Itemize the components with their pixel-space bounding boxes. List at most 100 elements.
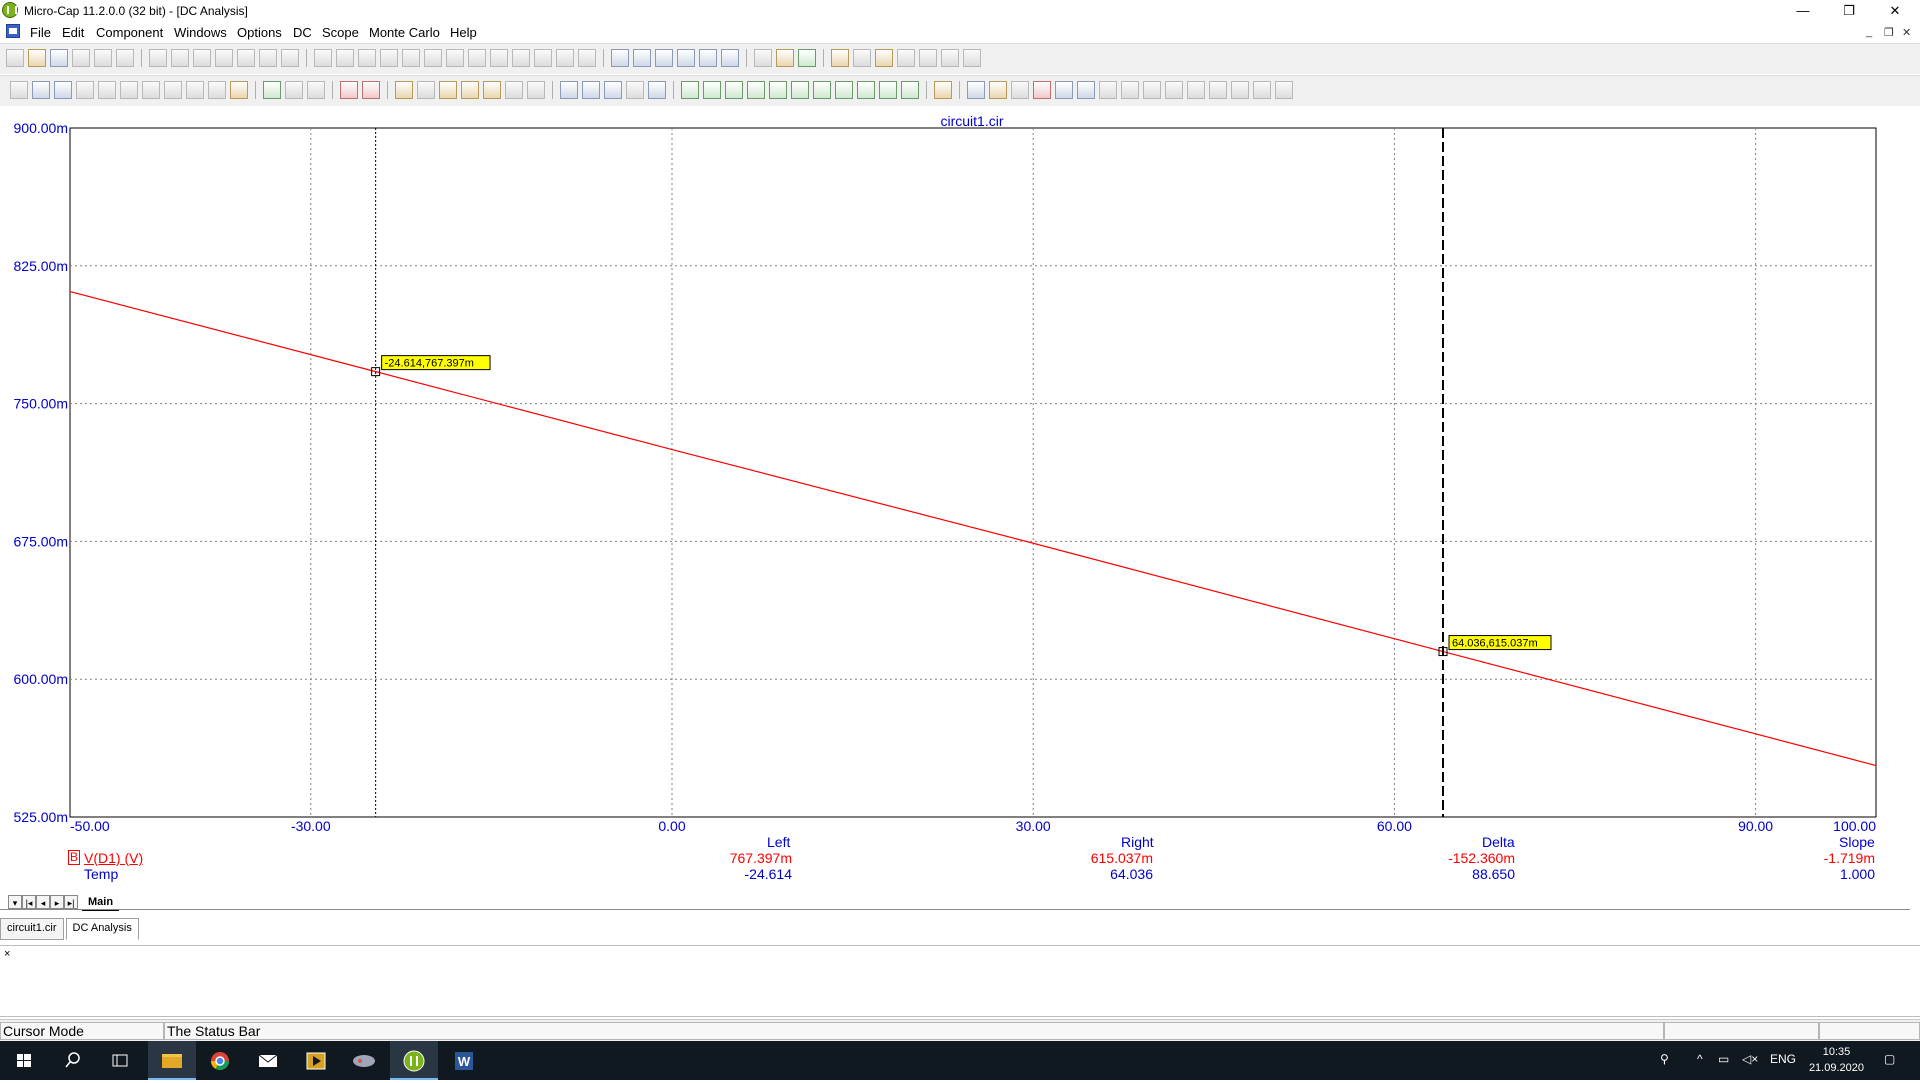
ruler-icon[interactable] (439, 81, 457, 99)
close-icon[interactable]: × (4, 948, 10, 960)
inflection-icon[interactable] (769, 81, 787, 99)
vertical-tag-icon[interactable] (142, 81, 160, 99)
align-left-icon[interactable] (1209, 81, 1227, 99)
go-to-x-icon[interactable] (901, 81, 919, 99)
fit-plot-icon[interactable] (1033, 81, 1051, 99)
copy-plot-icon[interactable] (989, 81, 1007, 99)
inductor-icon[interactable] (380, 49, 398, 67)
npn-icon[interactable] (446, 49, 464, 67)
mdi-minimize-button[interactable]: _ (1866, 26, 1872, 38)
peak-icon[interactable] (681, 81, 699, 99)
global-high-icon[interactable] (791, 81, 809, 99)
align-plot-icon[interactable] (1011, 81, 1029, 99)
first-tab-icon[interactable]: |◂ (22, 895, 36, 909)
capacitor-icon[interactable] (358, 49, 376, 67)
text-icon[interactable] (208, 81, 226, 99)
bring-to-front-icon[interactable] (1165, 81, 1183, 99)
close-button[interactable]: ✕ (1872, 0, 1918, 22)
pause-icon[interactable] (307, 81, 325, 99)
microcap-app[interactable] (390, 1041, 438, 1080)
open-file-icon[interactable] (28, 49, 46, 67)
document-icon[interactable] (6, 24, 20, 38)
cut-icon[interactable] (193, 49, 211, 67)
run-icon[interactable] (263, 81, 281, 99)
tab-menu-icon[interactable]: ▾ (8, 895, 22, 909)
cursor-left-icon[interactable] (340, 81, 358, 99)
optimize-icon[interactable] (919, 49, 937, 67)
grid-icon[interactable] (527, 81, 545, 99)
align-top-icon[interactable] (1253, 81, 1271, 99)
select-mode-icon[interactable] (10, 81, 28, 99)
people-icon[interactable]: ⚲ (1660, 1052, 1669, 1066)
save-icon[interactable] (50, 49, 68, 67)
cascade-icon[interactable] (611, 49, 629, 67)
minimize-button[interactable]: — (1780, 0, 1826, 22)
save-all-icon[interactable] (72, 49, 90, 67)
view-icon[interactable] (54, 81, 72, 99)
volume-icon[interactable]: ◁× (1742, 1052, 1758, 1066)
zoom-region-icon[interactable] (560, 81, 578, 99)
performance-tag-icon[interactable] (164, 81, 182, 99)
menu-windows[interactable]: Windows (174, 25, 227, 40)
high-icon[interactable] (725, 81, 743, 99)
properties-icon[interactable] (754, 49, 772, 67)
font-icon[interactable] (1143, 81, 1161, 99)
copy-icon[interactable] (215, 49, 233, 67)
zoom-out-icon[interactable] (1077, 81, 1095, 99)
menu-help[interactable]: Help (450, 25, 477, 40)
diode-icon[interactable] (402, 49, 420, 67)
tokens-icon[interactable] (417, 81, 435, 99)
export-icon[interactable] (230, 81, 248, 99)
output-panel[interactable]: × (0, 945, 1920, 1017)
send-to-back-icon[interactable] (1187, 81, 1205, 99)
network-icon[interactable]: ▭ (1718, 1052, 1729, 1066)
ground-icon[interactable] (314, 49, 332, 67)
voltage-source-icon[interactable] (556, 49, 574, 67)
print-icon[interactable] (116, 49, 134, 67)
mdi-restore-button[interactable]: ❐ (1884, 26, 1894, 39)
baseline-icon[interactable] (505, 81, 523, 99)
clock[interactable]: 10:35 21.09.2020 (1809, 1044, 1864, 1076)
paste-icon[interactable] (237, 49, 255, 67)
stop-icon[interactable] (285, 81, 303, 99)
print-preview-icon[interactable] (94, 49, 112, 67)
point-tag-icon[interactable] (98, 81, 116, 99)
notifications-icon[interactable]: ▢ (1884, 1052, 1895, 1066)
chrome-app[interactable] (196, 1041, 244, 1080)
horizontal-tag-icon[interactable] (120, 81, 138, 99)
horizontal-axis-icon[interactable] (483, 81, 501, 99)
animate-dropdown-icon[interactable] (934, 81, 952, 99)
dc-analysis-plot[interactable]: circuit1.cir -50.00 -30.00 0.00 30.00 60.00 9… (0, 110, 1920, 900)
next-tab-icon[interactable]: ▸ (50, 895, 64, 909)
numeric-output-icon[interactable] (853, 49, 871, 67)
pan-icon[interactable] (1099, 81, 1117, 99)
series-marker[interactable]: B (68, 850, 81, 865)
global-low-icon[interactable] (813, 81, 831, 99)
top-icon[interactable] (835, 81, 853, 99)
menu-component[interactable]: Component (96, 25, 163, 40)
menu-dc[interactable]: DC (293, 25, 312, 40)
probe-icon[interactable] (897, 49, 915, 67)
stepping-icon[interactable] (875, 49, 893, 67)
watch-icon[interactable] (963, 49, 981, 67)
readout-y-row[interactable]: B V(D1) (V) 767.397m 615.037m -152.360m … (0, 850, 1920, 866)
pulse-source-icon[interactable] (534, 49, 552, 67)
zoom-all-icon[interactable] (582, 81, 600, 99)
file-explorer-app[interactable] (148, 1041, 196, 1080)
current-source-icon[interactable] (578, 49, 596, 67)
delete-icon[interactable] (259, 49, 277, 67)
scale-icon[interactable] (76, 81, 94, 99)
opamp-icon[interactable] (490, 49, 508, 67)
chevron-up-icon[interactable]: ^ (1697, 1052, 1703, 1066)
language-indicator[interactable]: ENG (1770, 1052, 1796, 1066)
analysis-limits-icon[interactable] (831, 49, 849, 67)
align-bottom-icon[interactable] (1275, 81, 1293, 99)
zoom-y-icon[interactable] (626, 81, 644, 99)
menu-edit[interactable]: Edit (62, 25, 84, 40)
maximize-button[interactable]: ❐ (1826, 0, 1872, 22)
low-icon[interactable] (747, 81, 765, 99)
menu-options[interactable]: Options (237, 25, 282, 40)
colors-dropdown-icon[interactable] (1121, 81, 1139, 99)
resistor-icon[interactable] (336, 49, 354, 67)
new-file-icon[interactable] (6, 49, 24, 67)
